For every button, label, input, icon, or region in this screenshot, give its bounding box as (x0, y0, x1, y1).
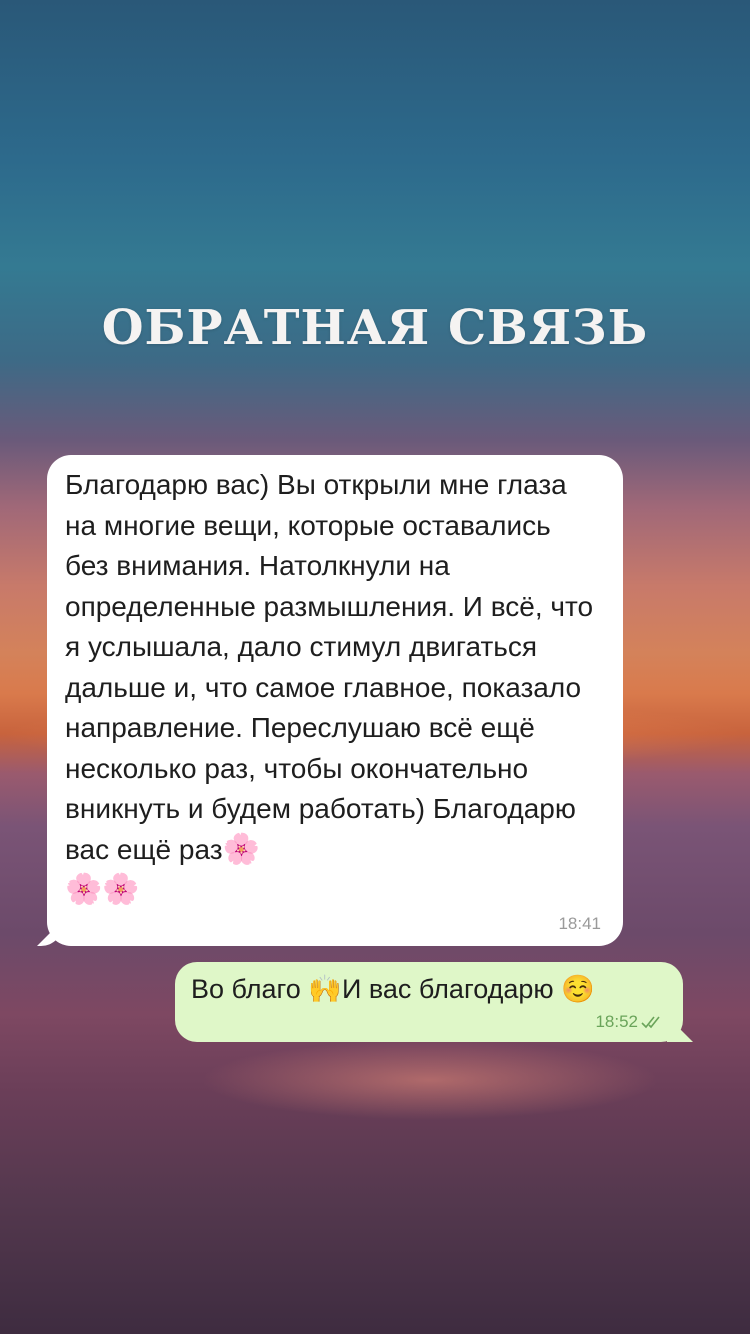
raising-hands-icon: 🙌 (308, 974, 342, 1005)
message-status: 18:52 (595, 1012, 665, 1032)
message-part: Во благо (191, 974, 309, 1004)
message-part: И вас благодарю (341, 974, 562, 1004)
page-title: ОБРАТНАЯ СВЯЗЬ (101, 300, 649, 356)
incoming-message-text: Благодарю вас) Вы открыли мне глаза на м… (65, 465, 601, 911)
message-body: Благодарю вас) Вы открыли мне глаза на м… (65, 469, 594, 865)
cherry-blossom-icons: 🌸🌸 (65, 872, 140, 907)
background-glow (200, 1040, 660, 1120)
double-check-icon (641, 1016, 660, 1029)
message-timestamp: 18:41 (558, 914, 601, 933)
smiling-face-icon: ☺️ (561, 974, 595, 1005)
cherry-blossom-icon: 🌸 (222, 831, 260, 867)
incoming-message-bubble[interactable]: Благодарю вас) Вы открыли мне глаза на м… (37, 455, 623, 946)
message-timestamp: 18:52 (595, 1012, 638, 1031)
outgoing-message-bubble[interactable]: Во благо 🙌И вас благодарю ☺️ 18:52 (175, 962, 693, 1042)
outgoing-message-text: Во благо 🙌И вас благодарю ☺️ (191, 970, 683, 1009)
